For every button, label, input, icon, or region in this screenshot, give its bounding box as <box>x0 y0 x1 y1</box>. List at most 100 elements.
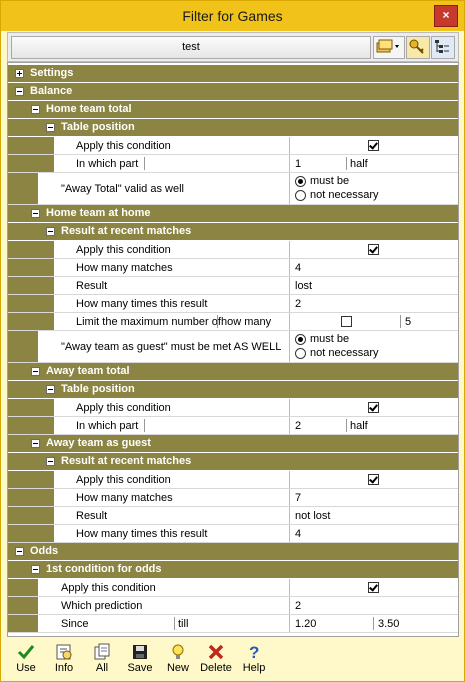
open-filter-button[interactable] <box>373 36 405 59</box>
prediction-value[interactable]: 2 <box>295 600 301 612</box>
section-table-position[interactable]: Table position <box>8 381 458 399</box>
times-value[interactable]: 2 <box>295 298 301 310</box>
row-apply-condition[interactable]: Apply this condition <box>8 471 458 489</box>
row-apply-condition[interactable]: Apply this condition <box>8 137 458 155</box>
separator <box>373 617 374 630</box>
till-value[interactable]: 3.50 <box>378 618 399 630</box>
section-result-recent[interactable]: Result at recent matches <box>8 223 458 241</box>
section-balance[interactable]: Balance <box>8 83 458 101</box>
section-settings[interactable]: Settings <box>8 65 458 83</box>
times-value[interactable]: 4 <box>295 528 301 540</box>
row-apply-condition[interactable]: Apply this condition <box>8 241 458 259</box>
apply-checkbox[interactable] <box>368 474 379 485</box>
section-label: Home team total <box>46 103 132 115</box>
section-away-team-total[interactable]: Away team total <box>8 363 458 381</box>
row-sublabel: till <box>178 618 189 630</box>
row-in-which-part[interactable]: In which part 1 half <box>8 155 458 173</box>
svg-text:?: ? <box>249 643 259 661</box>
row-since-till[interactable]: Since till 1.20 3.50 <box>8 615 458 633</box>
collapse-icon[interactable] <box>31 367 40 376</box>
all-button[interactable]: All <box>84 641 120 681</box>
label-cell: Apply this condition <box>8 241 290 258</box>
row-in-which-part[interactable]: In which part 2 half <box>8 417 458 435</box>
separator <box>144 157 145 170</box>
radio-not-necessary[interactable] <box>295 190 306 201</box>
close-button[interactable]: × <box>434 5 458 27</box>
apply-checkbox[interactable] <box>368 244 379 255</box>
row-label: How many matches <box>76 262 173 274</box>
collapse-icon[interactable] <box>46 227 55 236</box>
row-label: "Away team as guest" must be met AS WELL <box>61 341 282 353</box>
collapse-icon[interactable] <box>46 457 55 466</box>
help-button[interactable]: ? Help <box>236 641 272 681</box>
matches-value[interactable]: 7 <box>295 492 301 504</box>
radio-must-be[interactable] <box>295 334 306 345</box>
filter-name-field[interactable]: test <box>11 36 371 59</box>
apply-checkbox[interactable] <box>368 582 379 593</box>
row-away-guest-must[interactable]: "Away team as guest" must be met AS WELL… <box>8 331 458 363</box>
radio-label: must be <box>310 175 350 187</box>
separator <box>174 617 175 630</box>
part-value[interactable]: 2 <box>295 420 301 432</box>
matches-value[interactable]: 4 <box>295 262 301 274</box>
label-cell: How many matches <box>8 489 290 506</box>
collapse-icon[interactable] <box>46 385 55 394</box>
row-label: How many matches <box>76 492 173 504</box>
result-value[interactable]: lost <box>295 280 312 292</box>
help-question-icon: ? <box>249 643 259 661</box>
row-which-prediction[interactable]: Which prediction 2 <box>8 597 458 615</box>
row-how-many-matches[interactable]: How many matches 7 <box>8 489 458 507</box>
radio-label: not necessary <box>310 189 379 201</box>
row-limit-maximum[interactable]: Limit the maximum number of how many 5 <box>8 313 458 331</box>
lightbulb-icon <box>172 644 184 659</box>
row-result[interactable]: Result not lost <box>8 507 458 525</box>
collapse-icon[interactable] <box>15 547 24 556</box>
label-cell: "Away Total" valid as well <box>8 173 290 204</box>
collapse-icon[interactable] <box>15 87 24 96</box>
expand-icon[interactable] <box>15 69 24 78</box>
label-cell: How many times this result <box>8 295 290 312</box>
section-home-team-at-home[interactable]: Home team at home <box>8 205 458 223</box>
row-how-many-times[interactable]: How many times this result 4 <box>8 525 458 543</box>
tree-view-icon <box>435 40 449 53</box>
info-button[interactable]: Info <box>46 641 82 681</box>
part-unit: half <box>350 158 368 170</box>
section-away-team-as-guest[interactable]: Away team as guest <box>8 435 458 453</box>
tree-view-button[interactable] <box>431 36 455 59</box>
apply-checkbox[interactable] <box>368 402 379 413</box>
result-value[interactable]: not lost <box>295 510 330 522</box>
limit-value[interactable]: 5 <box>405 316 411 328</box>
key-button[interactable] <box>406 36 430 59</box>
apply-checkbox[interactable] <box>368 140 379 151</box>
row-apply-condition[interactable]: Apply this condition <box>8 399 458 417</box>
row-result[interactable]: Result lost <box>8 277 458 295</box>
use-button[interactable]: Use <box>8 641 44 681</box>
since-value[interactable]: 1.20 <box>295 618 316 630</box>
collapse-icon[interactable] <box>31 209 40 218</box>
row-how-many-times[interactable]: How many times this result 2 <box>8 295 458 313</box>
radio-must-be[interactable] <box>295 176 306 187</box>
row-apply-condition[interactable]: Apply this condition <box>8 579 458 597</box>
save-button[interactable]: Save <box>122 641 158 681</box>
delete-button[interactable]: Delete <box>198 641 234 681</box>
new-button[interactable]: New <box>160 641 196 681</box>
section-first-condition-odds[interactable]: 1st condition for odds <box>8 561 458 579</box>
part-value[interactable]: 1 <box>295 158 301 170</box>
label-cell: In which part <box>8 155 290 172</box>
section-odds[interactable]: Odds <box>8 543 458 561</box>
row-away-total-valid[interactable]: "Away Total" valid as well must be not n… <box>8 173 458 205</box>
limit-checkbox[interactable] <box>341 316 352 327</box>
button-label: All <box>95 662 109 674</box>
toolbar: test <box>7 32 459 62</box>
section-home-team-total[interactable]: Home team total <box>8 101 458 119</box>
section-table-position[interactable]: Table position <box>8 119 458 137</box>
row-label: Since <box>61 618 89 630</box>
radio-not-necessary[interactable] <box>295 348 306 359</box>
title-bar: Filter for Games × <box>1 1 464 31</box>
collapse-icon[interactable] <box>31 105 40 114</box>
collapse-icon[interactable] <box>31 565 40 574</box>
section-result-recent[interactable]: Result at recent matches <box>8 453 458 471</box>
row-how-many-matches[interactable]: How many matches 4 <box>8 259 458 277</box>
collapse-icon[interactable] <box>46 123 55 132</box>
collapse-icon[interactable] <box>31 439 40 448</box>
